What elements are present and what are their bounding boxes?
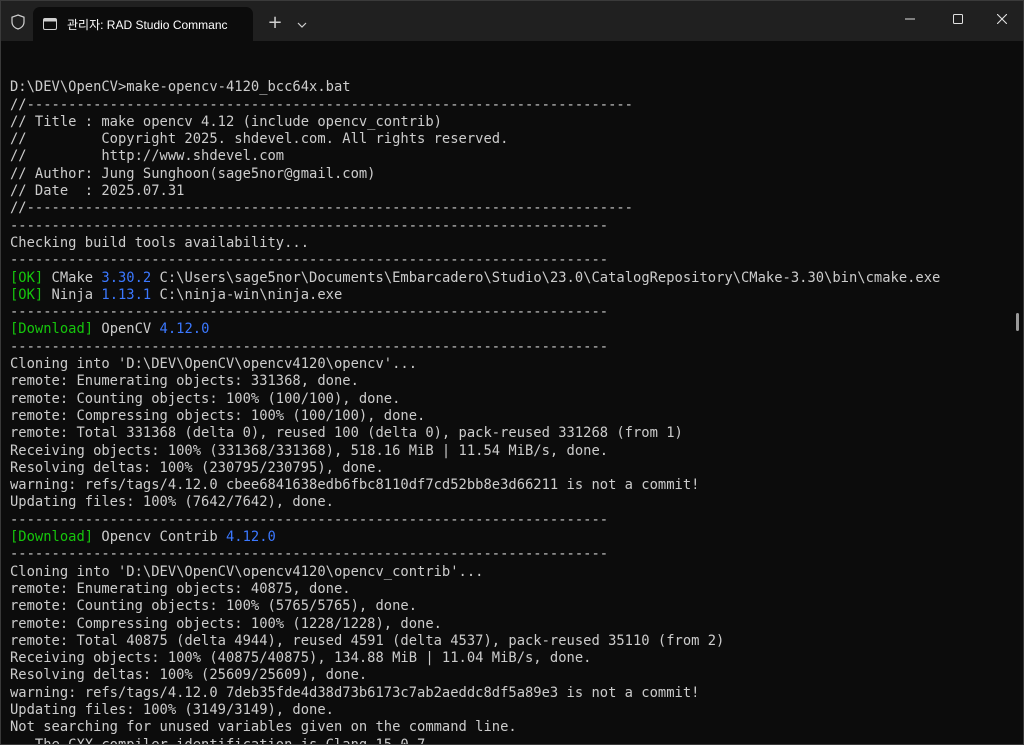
line-text: CMake	[43, 269, 102, 286]
console-line: // Date : 2025.07.31	[10, 183, 185, 200]
line-text: Opencv Contrib	[93, 529, 226, 546]
console-line: Resolving deltas: 100% (230795/230795), …	[10, 459, 384, 476]
console-line: Updating files: 100% (7642/7642), done.	[10, 494, 334, 511]
minimize-button[interactable]	[887, 1, 933, 39]
console-line: remote: Enumerating objects: 331368, don…	[10, 373, 359, 390]
maximize-icon	[953, 11, 963, 29]
console-line: // Author: Jung Sunghoon(sage5nor@gmail.…	[10, 165, 376, 182]
console-line: Receiving objects: 100% (331368/331368),…	[10, 442, 609, 459]
line-text: C:\ninja-win\ninja.exe	[151, 286, 343, 303]
minimize-icon	[905, 11, 915, 29]
console-line: D:\DEV\OpenCV>make-opencv-4120_bcc64x.ba…	[10, 79, 351, 96]
console-line: remote: Total 331368 (delta 0), reused 1…	[10, 425, 683, 442]
version-text: 1.13.1	[101, 286, 152, 303]
console-line: remote: Counting objects: 100% (100/100)…	[10, 390, 401, 407]
console-line: warning: refs/tags/4.12.0 7deb35fde4d38d…	[10, 684, 700, 701]
version-text: 4.12.0	[225, 529, 276, 546]
console-line: warning: refs/tags/4.12.0 cbee6841638edb…	[10, 477, 700, 494]
console-line: [Download] Opencv Contrib 4.12.0	[10, 529, 940, 546]
console-line: // Copyright 2025. shdevel.com. All righ…	[10, 131, 509, 148]
console-line: Cloning into 'D:\DEV\OpenCV\opencv4120\o…	[10, 356, 418, 373]
console-line: remote: Compressing objects: 100% (1228/…	[10, 615, 442, 632]
console-line: // Title : make opencv 4.12 (include ope…	[10, 113, 442, 130]
console-line: ----------------------------------------…	[10, 546, 609, 563]
tab-title: 관리자: RAD Studio Commanc	[67, 18, 228, 32]
console-line: Receiving objects: 100% (40875/40875), 1…	[10, 650, 592, 667]
console-line: remote: Total 40875 (delta 4944), reused…	[10, 632, 725, 649]
console-line: Checking build tools availability...	[10, 234, 310, 251]
console-line: // http://www.shdevel.com	[10, 148, 285, 165]
console-line: [OK] Ninja 1.13.1 C:\ninja-win\ninja.exe	[10, 287, 940, 304]
status-tag: [OK]	[10, 269, 44, 286]
console-line: remote: Enumerating objects: 40875, done…	[10, 580, 351, 597]
shield-icon	[10, 14, 26, 30]
title-bar[interactable]: 관리자: RAD Studio Commanc +	[1, 1, 1023, 41]
close-button[interactable]	[979, 1, 1023, 39]
scrollbar-thumb[interactable]	[1016, 313, 1019, 331]
version-text: 4.12.0	[159, 321, 210, 338]
close-icon	[996, 11, 1008, 29]
chevron-down-icon	[297, 13, 307, 32]
console-line: Resolving deltas: 100% (25609/25609), do…	[10, 667, 368, 684]
console-line: ----------------------------------------…	[10, 511, 609, 528]
terminal-window: 관리자: RAD Studio Commanc + D:\DEV\OpenCV>…	[0, 0, 1024, 745]
maximize-button[interactable]	[935, 1, 981, 39]
console-line: [OK] CMake 3.30.2 C:\Users\sage5nor\Docu…	[10, 270, 940, 287]
console-lines: D:\DEV\OpenCV>make-opencv-4120_bcc64x.ba…	[10, 62, 940, 745]
status-tag: [Download]	[10, 321, 94, 338]
console-line: Cloning into 'D:\DEV\OpenCV\opencv4120\o…	[10, 563, 484, 580]
console-line: //--------------------------------------…	[10, 96, 633, 113]
console-line: remote: Compressing objects: 100% (100/1…	[10, 407, 426, 424]
console-line: ----------------------------------------…	[10, 338, 609, 355]
status-tag: [Download]	[10, 529, 94, 546]
console-line: [Download] OpenCV 4.12.0	[10, 321, 940, 338]
console-line: ----------------------------------------…	[10, 252, 609, 269]
console-line: ----------------------------------------…	[10, 304, 609, 321]
console-output[interactable]: D:\DEV\OpenCV>make-opencv-4120_bcc64x.ba…	[1, 41, 1023, 744]
version-text: 3.30.2	[101, 269, 152, 286]
console-line: //--------------------------------------…	[10, 200, 633, 217]
line-text: C:\Users\sage5nor\Documents\Embarcadero\…	[151, 269, 941, 286]
tab-active[interactable]: 관리자: RAD Studio Commanc	[33, 7, 253, 41]
terminal-icon	[43, 17, 57, 30]
console-line: -- The CXX compiler identification is Cl…	[10, 736, 426, 745]
tab-dropdown-button[interactable]	[291, 7, 313, 37]
console-line: remote: Counting objects: 100% (5765/576…	[10, 598, 418, 615]
new-tab-button[interactable]: +	[263, 7, 287, 37]
console-line: Updating files: 100% (3149/3149), done.	[10, 701, 334, 718]
console-line: ----------------------------------------…	[10, 217, 609, 234]
status-tag: [OK]	[10, 286, 44, 303]
console-line: Not searching for unused variables given…	[10, 719, 517, 736]
line-text: Ninja	[43, 286, 102, 303]
line-text: OpenCV	[93, 321, 160, 338]
